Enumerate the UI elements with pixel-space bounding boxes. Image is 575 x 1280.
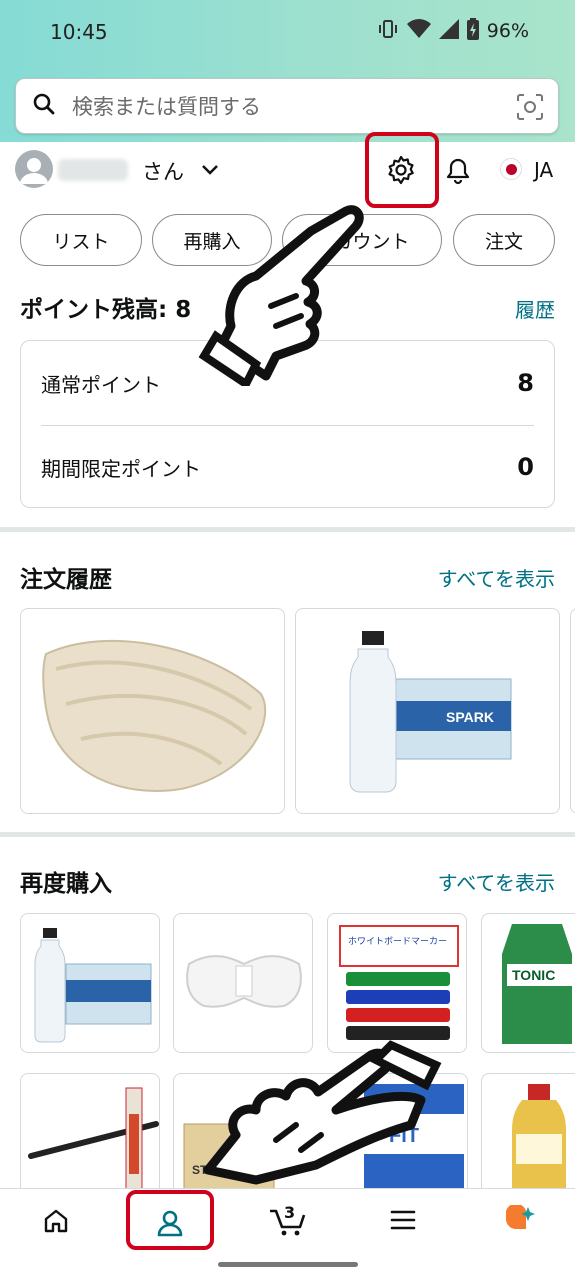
points-history-link[interactable]: 履歴 bbox=[515, 294, 555, 323]
product-label-tonic: TONIC bbox=[512, 967, 555, 983]
battery-percent: 96% bbox=[486, 20, 529, 42]
olive-oil-image bbox=[512, 1084, 566, 1200]
order-card-sparkling[interactable]: SPARK bbox=[295, 608, 560, 814]
menu-icon[interactable] bbox=[390, 1209, 416, 1235]
account-highlight-box bbox=[126, 1190, 214, 1250]
points-title: ポイント残高: 8 bbox=[20, 297, 192, 323]
pill-orders[interactable]: 注文 bbox=[453, 214, 555, 266]
sparkling-water-image: SPARK bbox=[349, 631, 512, 793]
battery-icon bbox=[466, 18, 479, 44]
account-suffix[interactable]: さん bbox=[142, 156, 184, 186]
status-bar: 10:45 96% bbox=[0, 0, 575, 66]
pointing-hand-icon bbox=[203, 1040, 442, 1185]
gesture-bar bbox=[218, 1262, 358, 1267]
status-icons: 96% bbox=[377, 18, 529, 44]
order-history-see-all[interactable]: すべてを表示 bbox=[438, 563, 555, 592]
status-time: 10:45 bbox=[50, 20, 108, 44]
fabric-pad-image bbox=[42, 639, 267, 792]
buy-again-card[interactable] bbox=[481, 1073, 575, 1203]
wiper-blade-image bbox=[28, 1087, 159, 1199]
search-icon bbox=[32, 92, 56, 120]
whiteboard-marker-image: ホワイトボードマーカー bbox=[339, 925, 459, 1040]
buy-again-card[interactable] bbox=[20, 1073, 160, 1203]
buy-again-card[interactable] bbox=[173, 913, 313, 1053]
buy-again-card[interactable] bbox=[20, 913, 160, 1053]
search-bar[interactable]: 検索または質問する bbox=[15, 78, 559, 134]
cart-icon[interactable]: 3 bbox=[268, 1203, 308, 1241]
buy-again-see-all[interactable]: すべてを表示 bbox=[438, 867, 555, 896]
buy-again-title: 再度購入 bbox=[20, 871, 112, 897]
rufus-ai-icon[interactable] bbox=[502, 1203, 536, 1239]
avatar[interactable] bbox=[15, 150, 53, 188]
points-row-limited: 期間限定ポイント 0 bbox=[41, 425, 534, 509]
bell-icon[interactable] bbox=[445, 157, 471, 189]
tonic-refill-image: TONIC bbox=[502, 924, 575, 1044]
points-label: 期間限定ポイント bbox=[41, 456, 201, 481]
signal-icon bbox=[438, 19, 459, 43]
points-value: 8 bbox=[517, 369, 534, 397]
white-pad-image bbox=[186, 955, 302, 1008]
chevron-down-icon[interactable] bbox=[200, 162, 220, 182]
points-value: 0 bbox=[517, 453, 534, 481]
search-placeholder: 検索または質問する bbox=[72, 95, 261, 119]
cart-count: 3 bbox=[284, 1203, 296, 1222]
blurred-user-name bbox=[58, 159, 128, 181]
account-row: さん bbox=[0, 142, 575, 204]
gear-icon[interactable] bbox=[386, 155, 416, 189]
home-icon[interactable] bbox=[42, 1207, 70, 1239]
order-history-title: 注文履歴 bbox=[20, 567, 112, 593]
wifi-icon bbox=[406, 19, 431, 43]
section-divider bbox=[0, 832, 575, 837]
product-label-marker: ホワイトボードマーカー bbox=[348, 936, 447, 946]
pill-list[interactable]: リスト bbox=[20, 214, 142, 266]
section-divider bbox=[0, 527, 575, 532]
japan-flag-icon[interactable] bbox=[500, 158, 522, 180]
buy-again-card[interactable]: ホワイトボードマーカー bbox=[327, 913, 467, 1053]
language-label[interactable]: JA bbox=[534, 158, 553, 182]
sparkling-water-image bbox=[34, 928, 152, 1043]
points-label: 通常ポイント bbox=[41, 372, 161, 397]
camera-scan-icon[interactable] bbox=[516, 93, 544, 125]
pointing-hand-icon bbox=[198, 205, 364, 386]
order-card-partial[interactable] bbox=[570, 608, 575, 814]
order-card-fabric[interactable] bbox=[20, 608, 285, 814]
buy-again-card[interactable]: TONIC bbox=[481, 913, 575, 1053]
vibrate-icon bbox=[377, 18, 399, 44]
product-label-spark: SPARK bbox=[446, 709, 494, 725]
